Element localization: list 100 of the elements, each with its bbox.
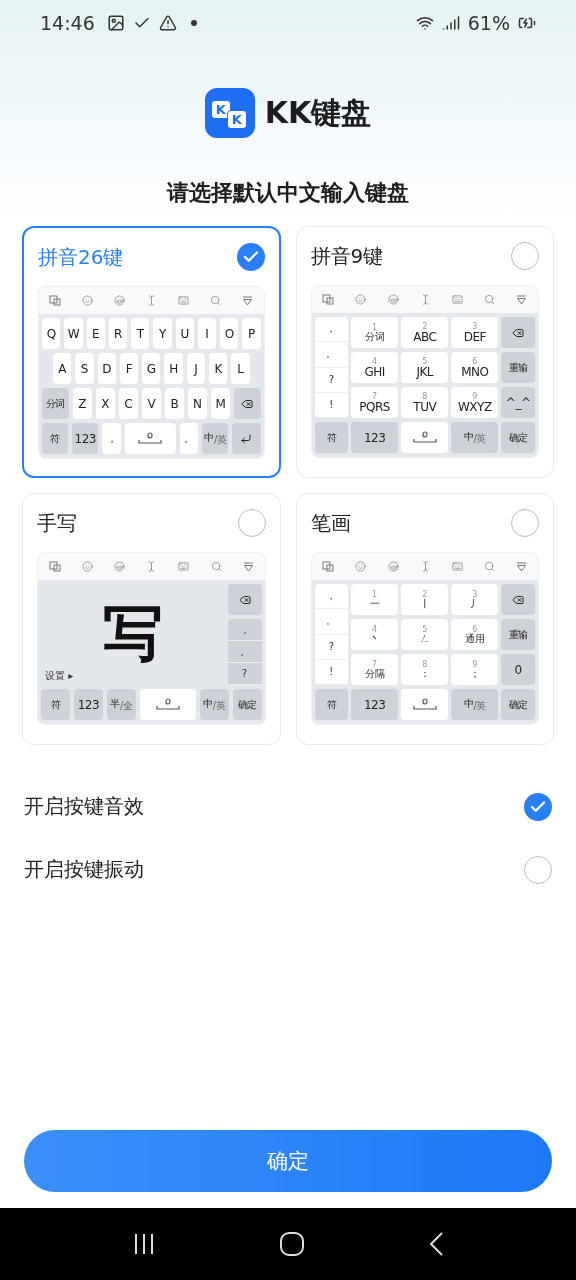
keyboard-key[interactable]: 9 WXYZ: [451, 387, 499, 418]
backspace-key[interactable]: [233, 388, 261, 419]
punctuation-list[interactable]: ， 。 ?: [227, 619, 262, 685]
keyboard-key[interactable]: 1 分词: [351, 317, 399, 348]
keyboard-key[interactable]: 9 ；: [451, 654, 499, 685]
keyboard-key[interactable]: L: [231, 353, 250, 384]
keyboard-key[interactable]: A: [53, 353, 72, 384]
keyboard-key[interactable]: 4 GHI: [351, 352, 399, 383]
keyboard-key[interactable]: 确定: [501, 689, 535, 720]
punctuation-list[interactable]: ， 。 ? !: [314, 317, 349, 418]
emoji-icon: [114, 295, 126, 306]
keyboard-icon: [178, 295, 190, 306]
keyboard-key[interactable]: 7 PQRS: [351, 387, 399, 418]
keyboard-key[interactable]: 123: [72, 423, 99, 454]
keyboard-key[interactable]: 符: [314, 422, 349, 453]
keyboard-key[interactable]: 。: [179, 423, 199, 454]
keyboard-key[interactable]: C: [118, 388, 138, 419]
backspace-key[interactable]: [501, 317, 535, 348]
keyboard-key[interactable]: D: [97, 353, 116, 384]
punctuation-item[interactable]: 。: [314, 342, 349, 368]
keyboard-key[interactable]: 3 丿: [451, 584, 499, 615]
punctuation-item[interactable]: ，: [314, 584, 349, 610]
punctuation-item[interactable]: 。: [314, 609, 349, 635]
punctuation-list[interactable]: ， 。 ? !: [314, 584, 349, 685]
keyboard-key[interactable]: 8 ：: [401, 654, 449, 685]
keyboard-key[interactable]: 0: [501, 654, 535, 685]
keyboard-key[interactable]: 确定: [232, 689, 262, 720]
keyboard-key[interactable]: 1 一: [351, 584, 399, 615]
keyboard-key[interactable]: S: [75, 353, 94, 384]
space-key[interactable]: [401, 689, 449, 720]
punctuation-item[interactable]: ?: [314, 367, 349, 393]
backspace-key[interactable]: [501, 584, 535, 615]
keyboard-key[interactable]: E: [86, 318, 105, 349]
keyboard-key[interactable]: X: [95, 388, 115, 419]
space-key[interactable]: [139, 689, 196, 720]
backspace-key[interactable]: [227, 584, 262, 615]
punctuation-item[interactable]: !: [314, 659, 349, 685]
keyboard-key[interactable]: N: [187, 388, 207, 419]
keyboard-key[interactable]: H: [164, 353, 183, 384]
keyboard-key[interactable]: G: [142, 353, 161, 384]
keyboard-key[interactable]: P: [242, 318, 261, 349]
keyboard-key[interactable]: 123: [351, 689, 399, 720]
keyboard-key[interactable]: Z: [72, 388, 92, 419]
keyboard-key[interactable]: I: [197, 318, 216, 349]
punctuation-item[interactable]: 。: [227, 641, 262, 663]
space-key[interactable]: [401, 422, 449, 453]
keyboard-key[interactable]: K: [208, 353, 228, 384]
keyboard-key[interactable]: 5 ㄥ: [401, 619, 449, 650]
radio-button[interactable]: [236, 243, 265, 271]
back-icon[interactable]: [428, 1231, 445, 1257]
keyboard-key[interactable]: T: [131, 318, 150, 349]
settings-link[interactable]: 设置 ▸: [45, 669, 74, 683]
keyboard-key[interactable]: 4 丶: [351, 619, 399, 650]
checkbox[interactable]: [524, 855, 552, 884]
keyboard-key[interactable]: M: [210, 388, 230, 419]
space-key[interactable]: [125, 423, 176, 454]
keyboard-key[interactable]: 8 TUV: [401, 387, 449, 418]
home-icon[interactable]: [279, 1231, 305, 1257]
keyboard-key[interactable]: 重输: [501, 619, 535, 650]
handwriting-area[interactable]: 写 设置 ▸: [41, 584, 225, 685]
punctuation-item[interactable]: ?: [314, 634, 349, 660]
keyboard-key[interactable]: ^_^: [501, 387, 535, 418]
backspace-icon: [512, 326, 525, 339]
confirm-button[interactable]: 确定: [24, 1130, 552, 1192]
keyboard-key[interactable]: 3 DEF: [451, 317, 499, 348]
punctuation-item[interactable]: ，: [314, 317, 349, 343]
keyboard-key[interactable]: V: [141, 388, 161, 419]
keyboard-key[interactable]: 2 丨: [401, 584, 449, 615]
punctuation-item[interactable]: ，: [227, 619, 262, 641]
keyboard-key[interactable]: 123: [73, 689, 103, 720]
enter-key[interactable]: [232, 423, 261, 454]
keyboard-key[interactable]: 确定: [501, 422, 535, 453]
keyboard-key[interactable]: Q: [42, 318, 61, 349]
radio-button[interactable]: [511, 242, 539, 270]
punctuation-item[interactable]: ?: [227, 663, 262, 685]
keyboard-key[interactable]: 7 分隔: [351, 654, 399, 685]
radio-button[interactable]: [237, 509, 266, 537]
radio-button[interactable]: [511, 509, 539, 537]
keyboard-key[interactable]: W: [64, 318, 83, 349]
keyboard-key[interactable]: 符: [42, 423, 69, 454]
punctuation-item[interactable]: !: [314, 392, 349, 418]
keyboard-key[interactable]: U: [175, 318, 194, 349]
keyboard-key[interactable]: B: [164, 388, 184, 419]
checkbox[interactable]: [524, 792, 552, 821]
keyboard-key[interactable]: 5 JKL: [401, 352, 449, 383]
keyboard-key[interactable]: 符: [314, 689, 349, 720]
keyboard-key[interactable]: J: [186, 353, 205, 384]
keyboard-key[interactable]: 6 MNO: [451, 352, 499, 383]
keyboard-icon: [451, 294, 463, 305]
keyboard-key[interactable]: 2 ABC: [401, 317, 449, 348]
keyboard-key[interactable]: R: [108, 318, 127, 349]
keyboard-key[interactable]: F: [119, 353, 139, 384]
keyboard-key[interactable]: 123: [351, 422, 399, 453]
keyboard-key[interactable]: 符: [41, 689, 70, 720]
keyboard-key[interactable]: 分词: [42, 388, 69, 419]
keyboard-key[interactable]: 6 通用: [451, 619, 499, 650]
keyboard-key[interactable]: 重输: [501, 352, 535, 383]
keyboard-key[interactable]: ，: [102, 423, 122, 454]
keyboard-key[interactable]: O: [220, 318, 239, 349]
keyboard-key[interactable]: Y: [153, 318, 172, 349]
